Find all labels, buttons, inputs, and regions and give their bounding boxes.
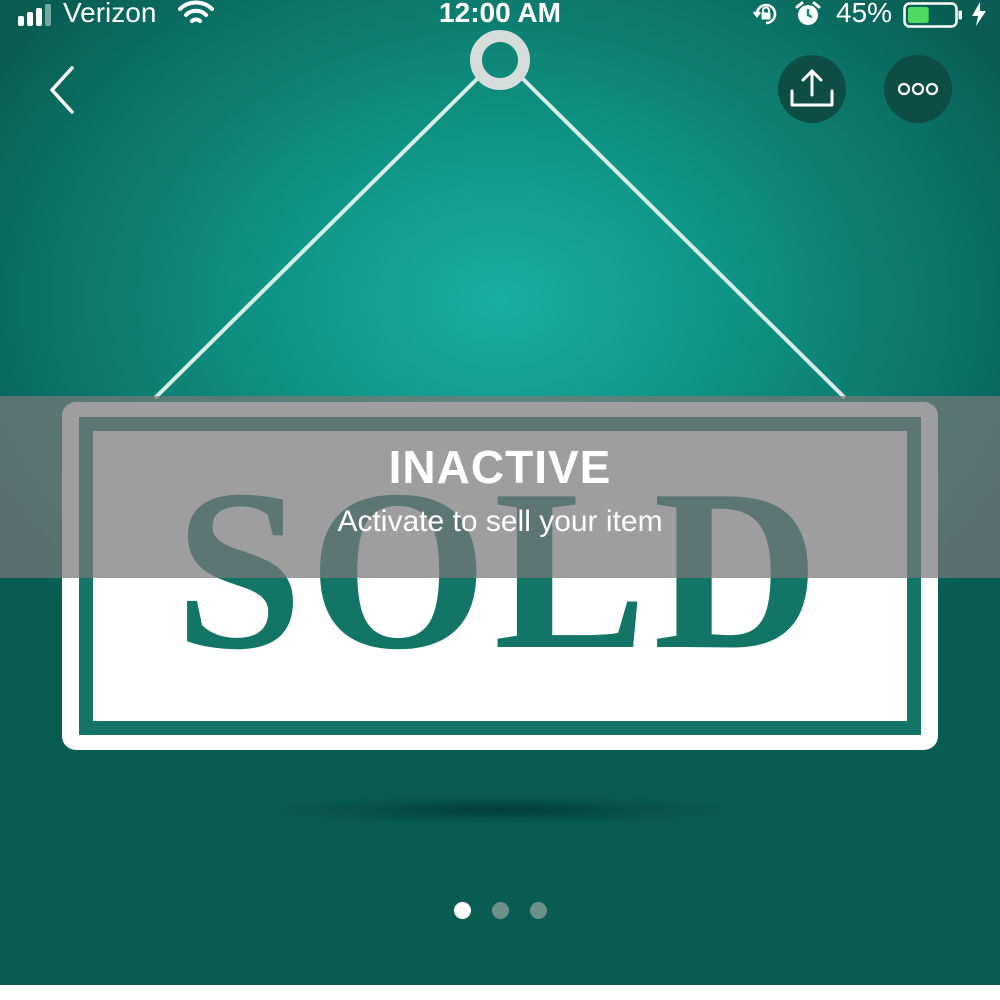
- charging-icon: [972, 2, 986, 26]
- status-bar: Verizon 12:00 AM 45%: [0, 0, 1000, 30]
- hanging-ring: [470, 30, 530, 90]
- back-button[interactable]: [40, 60, 88, 120]
- share-icon: [790, 69, 834, 107]
- more-options-button[interactable]: [884, 55, 952, 123]
- carousel-dot[interactable]: [492, 902, 509, 919]
- battery-percentage: 45%: [836, 0, 893, 28]
- listing-photo-screen: SOLD INACTIVE Activate to sell your item…: [0, 0, 1000, 1000]
- bottom-edge: [0, 985, 1000, 1000]
- battery-icon: [903, 2, 962, 28]
- rotation-lock-icon: [753, 3, 777, 25]
- share-button[interactable]: [778, 55, 846, 123]
- alarm-icon: [795, 1, 821, 25]
- carousel-dot[interactable]: [530, 902, 547, 919]
- hanging-string-left: [153, 76, 480, 400]
- chevron-left-icon: [50, 66, 74, 114]
- more-horizontal-icon: [897, 82, 939, 96]
- battery-level-fill: [908, 7, 929, 23]
- inactive-title: INACTIVE: [388, 441, 612, 493]
- inactive-subtitle: Activate to sell your item: [337, 505, 663, 538]
- hanging-string-right: [520, 76, 847, 400]
- carousel-dot[interactable]: [454, 902, 471, 919]
